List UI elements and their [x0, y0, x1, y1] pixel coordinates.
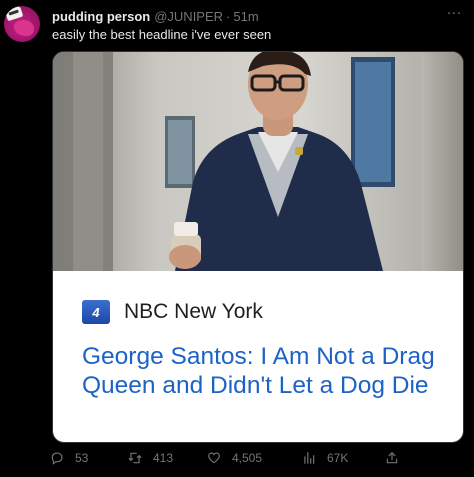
- reply-icon: [51, 452, 63, 465]
- user-handle[interactable]: @JUNIPER: [154, 9, 223, 24]
- views-button[interactable]: 67K: [302, 451, 348, 465]
- timestamp[interactable]: 51m: [233, 9, 258, 24]
- tweet-text: easily the best headline i've ever seen: [52, 27, 272, 42]
- link-card[interactable]: 4 NBC New York George Santos: I Am Not a…: [52, 51, 464, 443]
- nbc-logo-text: 4: [92, 304, 100, 320]
- more-horizontal-icon[interactable]: ···: [444, 5, 464, 22]
- article-photo: [53, 52, 463, 271]
- separator: ·: [226, 8, 231, 24]
- source-row: 4 NBC New York: [82, 299, 263, 325]
- retweet-button[interactable]: 413: [128, 451, 173, 465]
- tweet[interactable]: pudding person @JUNIPER · 51m ··· easily…: [0, 0, 474, 477]
- avatar[interactable]: [4, 6, 40, 42]
- source-name[interactable]: NBC New York: [124, 300, 263, 324]
- hat-icon: [4, 6, 24, 22]
- display-name[interactable]: pudding person: [52, 9, 150, 24]
- like-count: 4,505: [232, 451, 263, 465]
- reply-button[interactable]: 53: [50, 451, 88, 465]
- article-headline[interactable]: George Santos: I Am Not a Drag Queen and…: [82, 342, 452, 400]
- views-bar-chart-icon: [304, 452, 315, 464]
- share-button[interactable]: [385, 451, 410, 465]
- tweet-header: pudding person @JUNIPER · 51m: [52, 8, 259, 24]
- views-count: 67K: [327, 451, 349, 465]
- tweet-actions: 53 413 4,505 67K: [50, 451, 400, 471]
- retweet-count: 413: [153, 451, 174, 465]
- like-button[interactable]: 4,505: [207, 451, 262, 465]
- reply-count: 53: [75, 451, 89, 465]
- heart-icon: [208, 452, 220, 464]
- nbc-peacock-icon: 4: [82, 300, 110, 324]
- share-icon: [386, 452, 398, 464]
- retweet-icon: [128, 452, 142, 464]
- pudding-icon: [14, 20, 34, 36]
